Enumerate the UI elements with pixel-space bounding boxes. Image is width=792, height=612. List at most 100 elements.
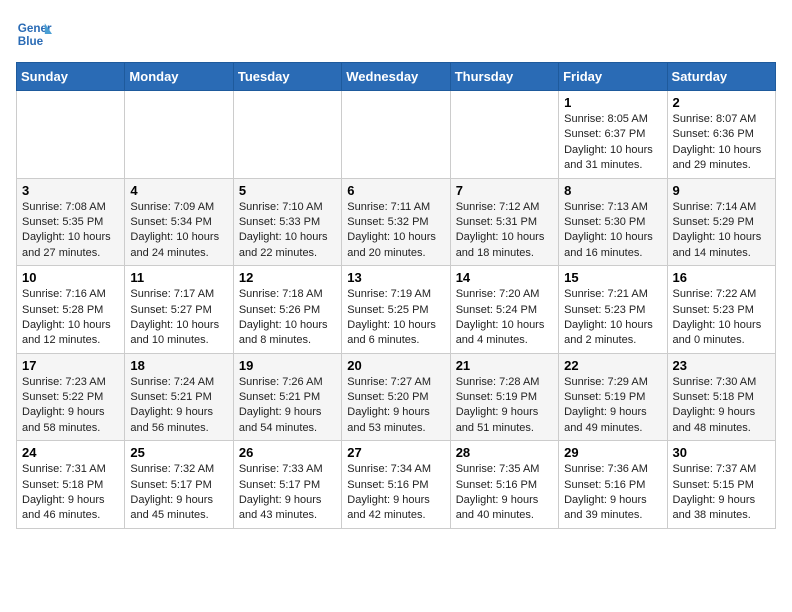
day-number: 23 bbox=[673, 358, 770, 373]
day-number: 25 bbox=[130, 445, 227, 460]
calendar-cell: 26 Sunrise: 7:33 AM Sunset: 5:17 PM Dayli… bbox=[233, 441, 341, 529]
day-number: 19 bbox=[239, 358, 336, 373]
day-number: 3 bbox=[22, 183, 119, 198]
day-info: Sunrise: 7:08 AM Sunset: 5:35 PM Dayligh… bbox=[22, 200, 119, 262]
calendar-cell: 17 Sunrise: 7:23 AM Sunset: 5:22 PM Dayli… bbox=[17, 353, 125, 441]
day-header-saturday: Saturday bbox=[667, 63, 775, 91]
day-info: Sunrise: 8:07 AM Sunset: 6:36 PM Dayligh… bbox=[673, 112, 770, 174]
day-number: 15 bbox=[564, 270, 661, 285]
day-number: 17 bbox=[22, 358, 119, 373]
day-number: 2 bbox=[673, 95, 770, 110]
day-number: 24 bbox=[22, 445, 119, 460]
svg-text:Blue: Blue bbox=[18, 35, 44, 48]
calendar-cell: 3 Sunrise: 7:08 AM Sunset: 5:35 PM Daylig… bbox=[17, 178, 125, 266]
day-info: Sunrise: 7:33 AM Sunset: 5:17 PM Dayligh… bbox=[239, 462, 336, 524]
day-info: Sunrise: 7:30 AM Sunset: 5:18 PM Dayligh… bbox=[673, 375, 770, 437]
day-number: 10 bbox=[22, 270, 119, 285]
day-number: 21 bbox=[456, 358, 553, 373]
calendar-cell bbox=[17, 91, 125, 179]
day-info: Sunrise: 7:35 AM Sunset: 5:16 PM Dayligh… bbox=[456, 462, 553, 524]
calendar-cell: 23 Sunrise: 7:30 AM Sunset: 5:18 PM Dayli… bbox=[667, 353, 775, 441]
calendar-cell: 28 Sunrise: 7:35 AM Sunset: 5:16 PM Dayli… bbox=[450, 441, 558, 529]
calendar-cell: 10Sunrise: 7:16 AM Sunset: 5:28 PM Dayli… bbox=[17, 266, 125, 354]
day-number: 26 bbox=[239, 445, 336, 460]
day-number: 14 bbox=[456, 270, 553, 285]
day-number: 27 bbox=[347, 445, 444, 460]
calendar-cell: 24 Sunrise: 7:31 AM Sunset: 5:18 PM Dayli… bbox=[17, 441, 125, 529]
day-info: Sunrise: 7:23 AM Sunset: 5:22 PM Dayligh… bbox=[22, 375, 119, 437]
day-number: 11 bbox=[130, 270, 227, 285]
calendar-cell: 12 Sunrise: 7:18 AM Sunset: 5:26 PM Dayli… bbox=[233, 266, 341, 354]
day-number: 6 bbox=[347, 183, 444, 198]
calendar-cell: 11 Sunrise: 7:17 AM Sunset: 5:27 PM Dayli… bbox=[125, 266, 233, 354]
calendar-header-row: SundayMondayTuesdayWednesdayThursdayFrid… bbox=[17, 63, 776, 91]
day-info: Sunrise: 7:37 AM Sunset: 5:15 PM Dayligh… bbox=[673, 462, 770, 524]
day-info: Sunrise: 7:13 AM Sunset: 5:30 PM Dayligh… bbox=[564, 200, 661, 262]
day-number: 4 bbox=[130, 183, 227, 198]
calendar-cell: 9 Sunrise: 7:14 AM Sunset: 5:29 PM Daylig… bbox=[667, 178, 775, 266]
day-info: Sunrise: 7:10 AM Sunset: 5:33 PM Dayligh… bbox=[239, 200, 336, 262]
day-number: 18 bbox=[130, 358, 227, 373]
day-number: 16 bbox=[673, 270, 770, 285]
calendar-row-3: 10Sunrise: 7:16 AM Sunset: 5:28 PM Dayli… bbox=[17, 266, 776, 354]
day-info: Sunrise: 7:27 AM Sunset: 5:20 PM Dayligh… bbox=[347, 375, 444, 437]
calendar-cell: 1 Sunrise: 8:05 AM Sunset: 6:37 PM Daylig… bbox=[559, 91, 667, 179]
day-info: Sunrise: 7:12 AM Sunset: 5:31 PM Dayligh… bbox=[456, 200, 553, 262]
day-number: 1 bbox=[564, 95, 661, 110]
day-info: Sunrise: 7:21 AM Sunset: 5:23 PM Dayligh… bbox=[564, 287, 661, 349]
day-info: Sunrise: 7:18 AM Sunset: 5:26 PM Dayligh… bbox=[239, 287, 336, 349]
calendar-cell bbox=[450, 91, 558, 179]
calendar-cell: 4 Sunrise: 7:09 AM Sunset: 5:34 PM Daylig… bbox=[125, 178, 233, 266]
day-number: 30 bbox=[673, 445, 770, 460]
day-number: 13 bbox=[347, 270, 444, 285]
logo: General Blue bbox=[16, 16, 52, 52]
day-info: Sunrise: 7:32 AM Sunset: 5:17 PM Dayligh… bbox=[130, 462, 227, 524]
day-number: 28 bbox=[456, 445, 553, 460]
calendar-cell: 14 Sunrise: 7:20 AM Sunset: 5:24 PM Dayli… bbox=[450, 266, 558, 354]
day-header-sunday: Sunday bbox=[17, 63, 125, 91]
day-number: 8 bbox=[564, 183, 661, 198]
calendar-row-1: 1 Sunrise: 8:05 AM Sunset: 6:37 PM Daylig… bbox=[17, 91, 776, 179]
day-info: Sunrise: 7:36 AM Sunset: 5:16 PM Dayligh… bbox=[564, 462, 661, 524]
day-number: 5 bbox=[239, 183, 336, 198]
calendar-cell: 7 Sunrise: 7:12 AM Sunset: 5:31 PM Daylig… bbox=[450, 178, 558, 266]
calendar-cell: 5 Sunrise: 7:10 AM Sunset: 5:33 PM Daylig… bbox=[233, 178, 341, 266]
day-number: 29 bbox=[564, 445, 661, 460]
day-info: Sunrise: 7:20 AM Sunset: 5:24 PM Dayligh… bbox=[456, 287, 553, 349]
calendar-cell: 18 Sunrise: 7:24 AM Sunset: 5:21 PM Dayli… bbox=[125, 353, 233, 441]
page-header: General Blue bbox=[16, 16, 776, 52]
calendar-cell: 6 Sunrise: 7:11 AM Sunset: 5:32 PM Daylig… bbox=[342, 178, 450, 266]
calendar-row-4: 17 Sunrise: 7:23 AM Sunset: 5:22 PM Dayli… bbox=[17, 353, 776, 441]
day-header-wednesday: Wednesday bbox=[342, 63, 450, 91]
day-info: Sunrise: 7:29 AM Sunset: 5:19 PM Dayligh… bbox=[564, 375, 661, 437]
day-number: 9 bbox=[673, 183, 770, 198]
day-info: Sunrise: 7:24 AM Sunset: 5:21 PM Dayligh… bbox=[130, 375, 227, 437]
calendar-cell bbox=[342, 91, 450, 179]
day-info: Sunrise: 7:11 AM Sunset: 5:32 PM Dayligh… bbox=[347, 200, 444, 262]
day-info: Sunrise: 7:17 AM Sunset: 5:27 PM Dayligh… bbox=[130, 287, 227, 349]
calendar-cell: 13 Sunrise: 7:19 AM Sunset: 5:25 PM Dayli… bbox=[342, 266, 450, 354]
day-info: Sunrise: 7:22 AM Sunset: 5:23 PM Dayligh… bbox=[673, 287, 770, 349]
calendar-cell: 30 Sunrise: 7:37 AM Sunset: 5:15 PM Dayli… bbox=[667, 441, 775, 529]
day-number: 22 bbox=[564, 358, 661, 373]
day-info: Sunrise: 7:19 AM Sunset: 5:25 PM Dayligh… bbox=[347, 287, 444, 349]
calendar-cell: 16 Sunrise: 7:22 AM Sunset: 5:23 PM Dayli… bbox=[667, 266, 775, 354]
calendar-row-2: 3 Sunrise: 7:08 AM Sunset: 5:35 PM Daylig… bbox=[17, 178, 776, 266]
day-info: Sunrise: 7:31 AM Sunset: 5:18 PM Dayligh… bbox=[22, 462, 119, 524]
day-info: Sunrise: 7:28 AM Sunset: 5:19 PM Dayligh… bbox=[456, 375, 553, 437]
day-info: Sunrise: 7:09 AM Sunset: 5:34 PM Dayligh… bbox=[130, 200, 227, 262]
calendar-table: SundayMondayTuesdayWednesdayThursdayFrid… bbox=[16, 62, 776, 529]
day-info: Sunrise: 7:14 AM Sunset: 5:29 PM Dayligh… bbox=[673, 200, 770, 262]
calendar-cell: 15 Sunrise: 7:21 AM Sunset: 5:23 PM Dayli… bbox=[559, 266, 667, 354]
day-info: Sunrise: 8:05 AM Sunset: 6:37 PM Dayligh… bbox=[564, 112, 661, 174]
day-number: 7 bbox=[456, 183, 553, 198]
calendar-cell bbox=[233, 91, 341, 179]
calendar-cell: 21 Sunrise: 7:28 AM Sunset: 5:19 PM Dayli… bbox=[450, 353, 558, 441]
calendar-cell: 29 Sunrise: 7:36 AM Sunset: 5:16 PM Dayli… bbox=[559, 441, 667, 529]
day-header-thursday: Thursday bbox=[450, 63, 558, 91]
day-number: 12 bbox=[239, 270, 336, 285]
day-header-friday: Friday bbox=[559, 63, 667, 91]
day-info: Sunrise: 7:34 AM Sunset: 5:16 PM Dayligh… bbox=[347, 462, 444, 524]
day-header-monday: Monday bbox=[125, 63, 233, 91]
day-number: 20 bbox=[347, 358, 444, 373]
